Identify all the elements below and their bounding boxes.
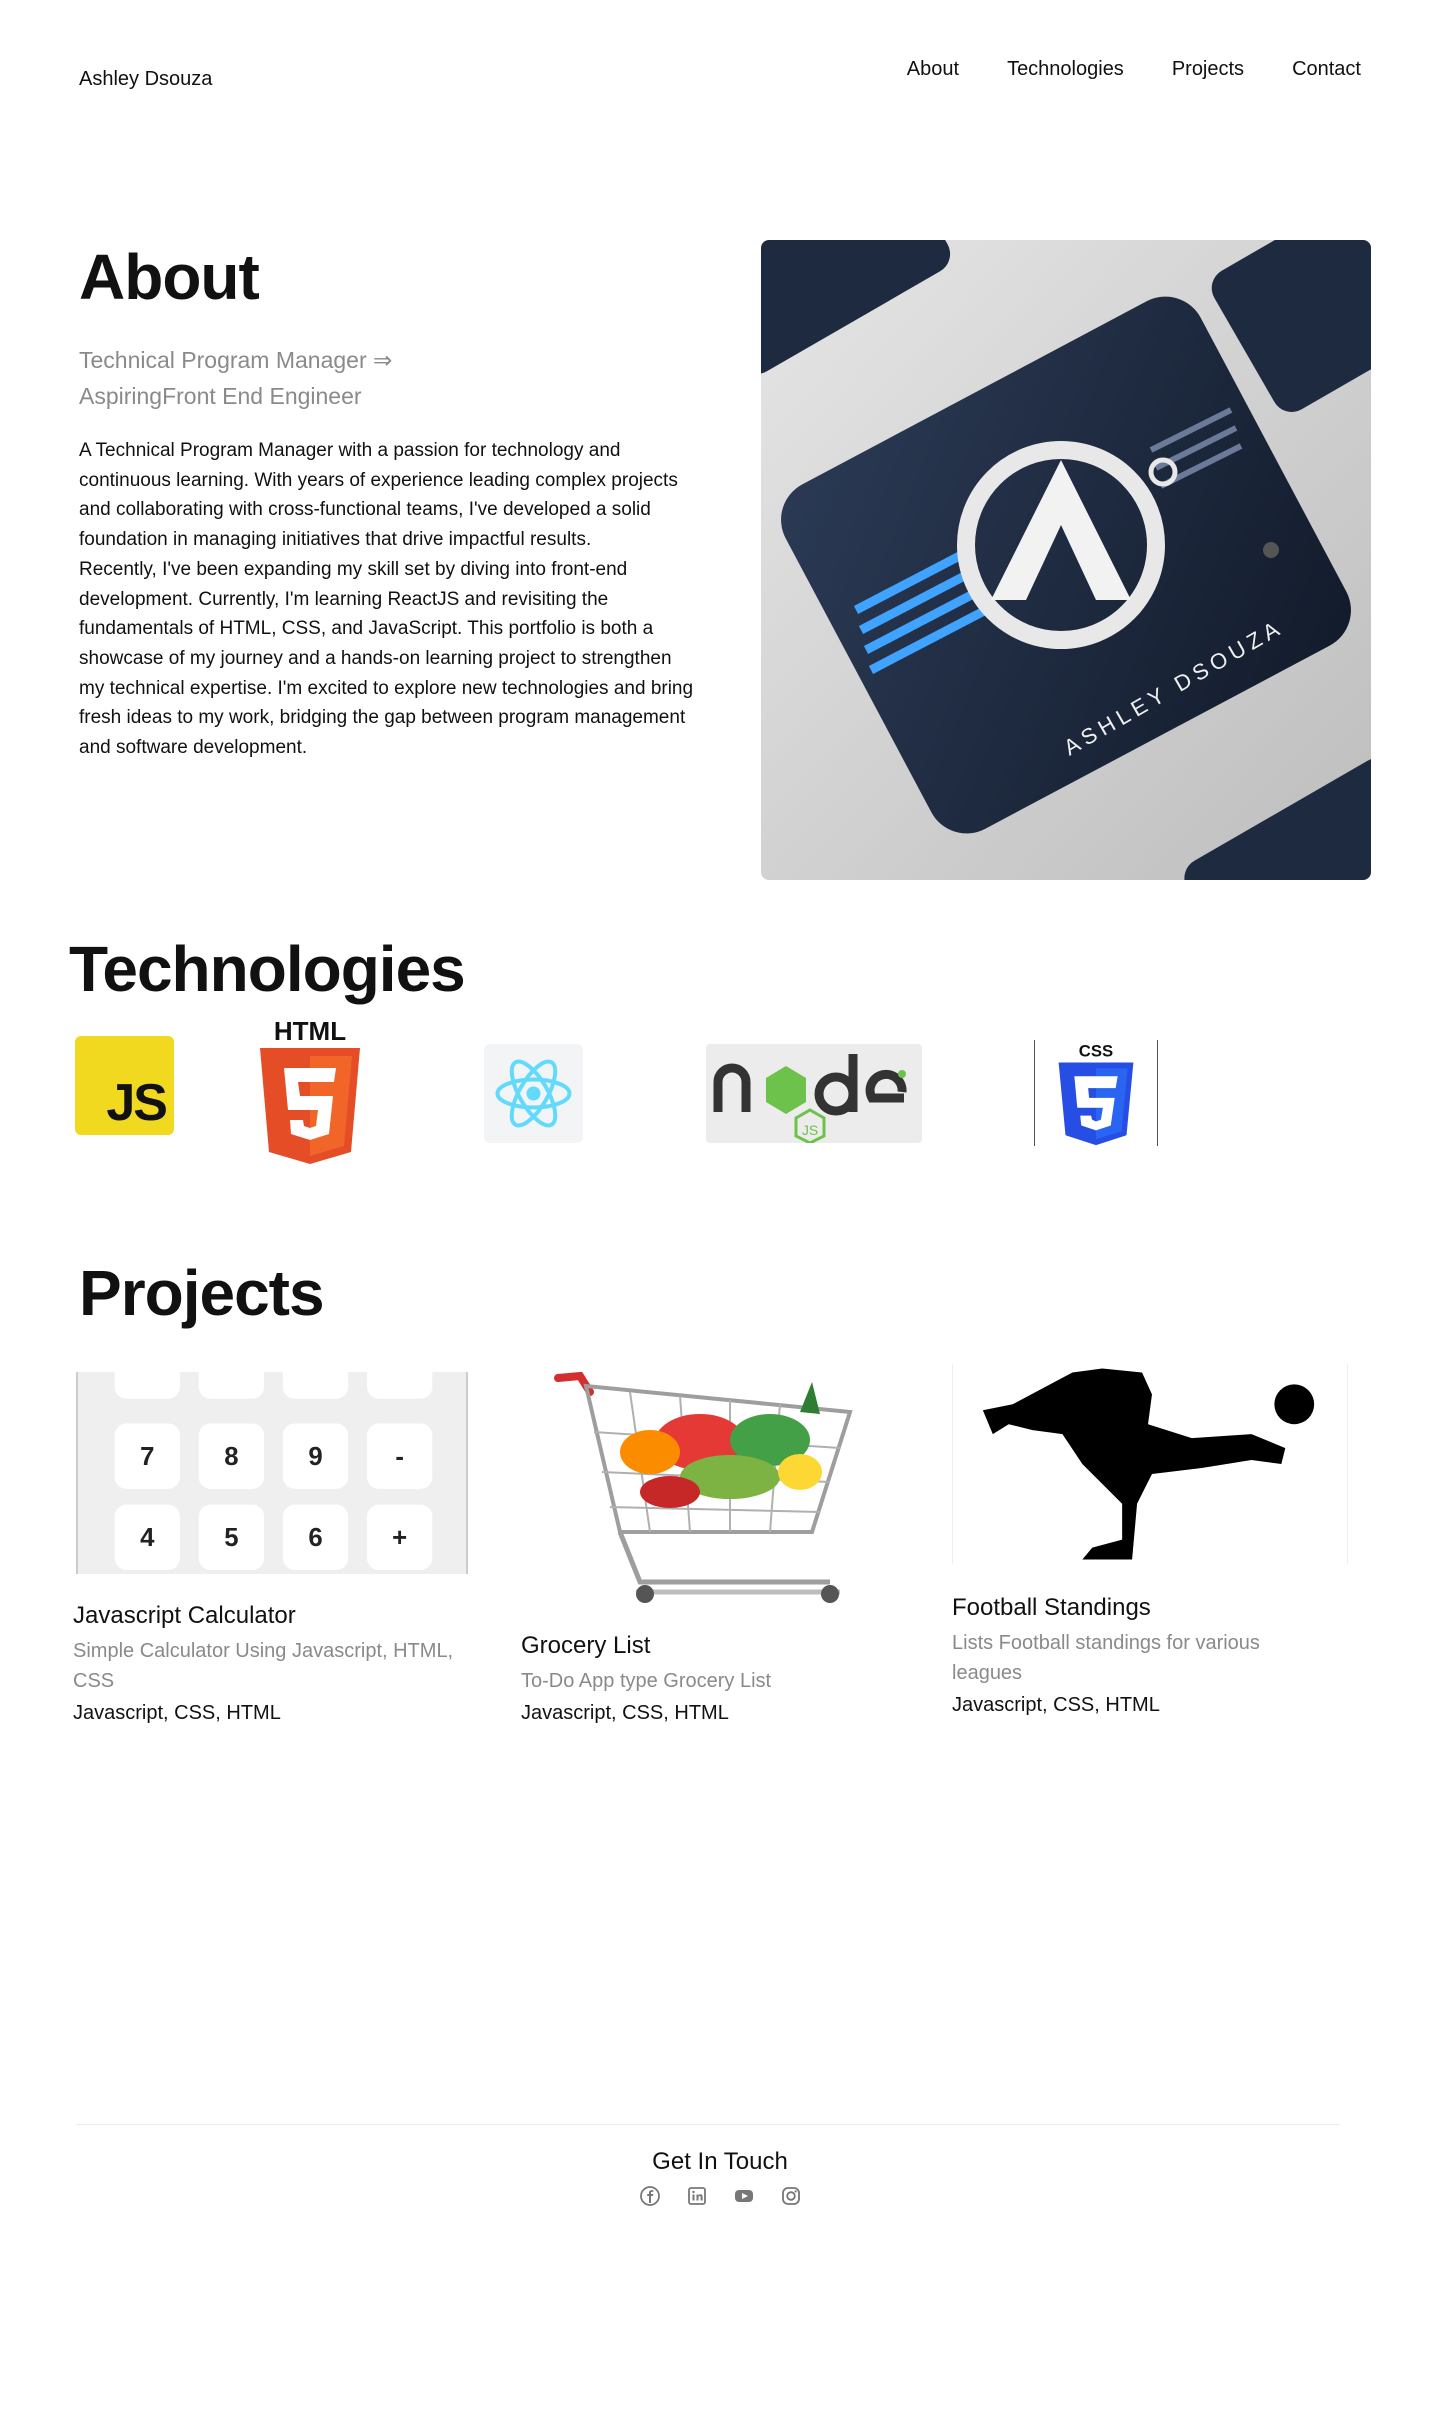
calculator-key-label: 4: [140, 1524, 155, 1552]
javascript-icon: JS: [75, 1036, 174, 1135]
calculator-key: [282, 1372, 349, 1399]
about-title: About: [79, 241, 260, 313]
footer-title: Get In Touch: [652, 2148, 788, 2175]
project-name[interactable]: Javascript Calculator: [73, 1602, 296, 1630]
calculator-key-label: -: [395, 1443, 404, 1471]
project-tech: Javascript, CSS, HTML: [521, 1702, 729, 1724]
projects-title: Projects: [79, 1257, 325, 1329]
about-subtitle-line1: Technical Program Manager ⇒: [79, 347, 393, 373]
instagram-icon[interactable]: [781, 2186, 801, 2206]
site-brand[interactable]: Ashley Dsouza: [79, 68, 212, 91]
calculator-key: [367, 1372, 433, 1399]
css-label: CSS: [1079, 1042, 1113, 1061]
about-body: A Technical Program Manager with a passi…: [79, 436, 699, 763]
project-tech: Javascript, CSS, HTML: [73, 1702, 281, 1724]
react-icon: [484, 1044, 583, 1143]
about-subtitle-line2: AspiringFront End Engineer: [79, 383, 362, 409]
calculator-key-label: 6: [308, 1524, 322, 1552]
project-description: Simple Calculator Using Javascript, HTML…: [73, 1640, 454, 1692]
technologies-title: Technologies: [69, 933, 466, 1005]
nav-contact[interactable]: Contact: [1292, 58, 1361, 81]
calculator-key-label: 7: [140, 1443, 154, 1471]
youtube-icon[interactable]: [734, 2186, 754, 2206]
calculator-image[interactable]: 7 8 9 - 4 5 6 +: [76, 1372, 468, 1574]
project-description: To-Do App type Grocery List: [521, 1670, 772, 1692]
calculator-key: [198, 1372, 265, 1399]
about-paragraph-2: Recently, I've been expanding my skill s…: [79, 558, 694, 759]
facebook-icon[interactable]: [640, 2186, 660, 2206]
calculator-key-label: 9: [308, 1443, 322, 1471]
calculator-key-label: +: [392, 1524, 407, 1552]
project-name[interactable]: Grocery List: [521, 1632, 650, 1660]
profile-logo-image: ASHLEY DSOUZA: [761, 240, 1371, 880]
top-nav: About Technologies Projects Contact: [907, 58, 1361, 81]
project-description: Lists Football standings for various lea…: [952, 1632, 1260, 1684]
calculator-key-label: 8: [224, 1443, 238, 1471]
linkedin-icon[interactable]: [687, 2186, 707, 2206]
html5-icon: HTML: [258, 1016, 362, 1168]
grocery-cart-image[interactable]: [550, 1372, 860, 1608]
project-name[interactable]: Football Standings: [952, 1594, 1151, 1622]
css3-icon: CSS: [1034, 1040, 1158, 1146]
social-links: [640, 2186, 801, 2206]
nav-projects[interactable]: Projects: [1172, 58, 1244, 81]
svg-text:JS: JS: [802, 1122, 818, 1138]
project-tech: Javascript, CSS, HTML: [952, 1694, 1160, 1716]
javascript-label: JS: [106, 1074, 168, 1132]
about-subtitle: Technical Program Manager ⇒ AspiringFron…: [79, 342, 459, 414]
calculator-key: [114, 1372, 180, 1399]
nodejs-icon: JS: [706, 1044, 922, 1143]
nav-about[interactable]: About: [907, 58, 959, 81]
about-paragraph-1: A Technical Program Manager with a passi…: [79, 440, 678, 551]
footer-divider: [76, 2124, 1340, 2125]
football-player-image[interactable]: [952, 1364, 1348, 1564]
calculator-key-label: 5: [224, 1524, 238, 1552]
html-label: HTML: [274, 1016, 346, 1046]
nav-technologies[interactable]: Technologies: [1007, 58, 1124, 81]
